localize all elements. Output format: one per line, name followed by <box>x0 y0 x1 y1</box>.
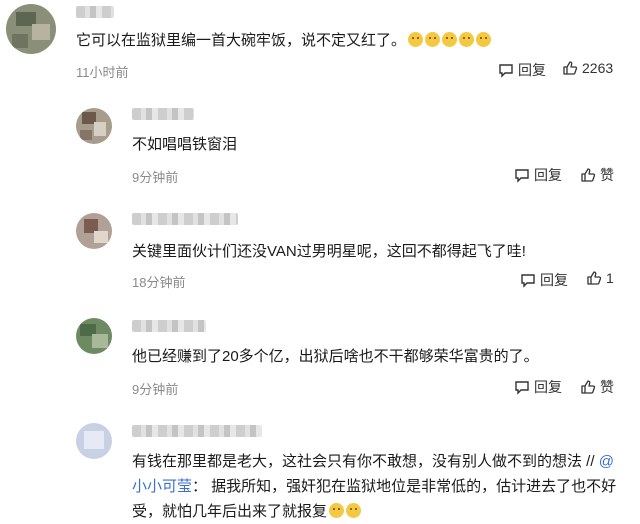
username-blurred[interactable] <box>132 425 262 437</box>
username-blurred[interactable] <box>76 6 114 18</box>
reply-button[interactable]: 回复 <box>514 165 562 185</box>
comment-text: 不如唱唱铁窗泪 <box>132 136 238 153</box>
username-blurred[interactable] <box>132 108 194 120</box>
laugh-emoji-icon <box>346 503 362 518</box>
comment-text: 有钱在那里都是老大，这社会只有你不敢想，没有别人做不到的想法 // @小小可莹：… <box>132 449 622 524</box>
reply-button[interactable]: 回复 <box>498 60 546 80</box>
thumbs-up-icon <box>581 380 596 394</box>
comment-icon <box>515 169 529 183</box>
avatar[interactable] <box>76 108 112 144</box>
like-count: 2263 <box>582 60 614 76</box>
like-button[interactable]: 赞 <box>580 165 614 185</box>
comment-text-content: 它可以在监狱里编一首大碗牢饭，说不定又红了。 <box>76 32 407 49</box>
laugh-emoji-icon <box>329 503 345 518</box>
username-blurred[interactable] <box>132 213 238 225</box>
reply-button[interactable]: 回复 <box>514 377 562 397</box>
like-label: 赞 <box>600 379 614 395</box>
laugh-emoji-icon <box>442 32 458 47</box>
comment-text: 它可以在监狱里编一首大碗牢饭，说不定又红了。 <box>76 28 492 53</box>
laugh-emoji-icon <box>459 32 475 47</box>
reply-label: 回复 <box>518 62 546 78</box>
avatar[interactable] <box>76 318 112 354</box>
timestamp: 11小时前 <box>76 65 129 80</box>
like-button[interactable]: 2263 <box>562 60 613 76</box>
comment-text-content: 有钱在那里都是老大，这社会只有你不敢想，没有别人做不到的想法 // <box>132 453 599 470</box>
comment-icon <box>521 274 535 288</box>
laugh-emoji-icon <box>425 32 441 47</box>
like-count: 1 <box>606 270 614 286</box>
username-blurred[interactable] <box>132 320 206 332</box>
avatar[interactable] <box>76 423 112 459</box>
timestamp: 18分钟前 <box>132 275 186 290</box>
reply-button[interactable]: 回复 <box>520 270 568 290</box>
comment-text: 他已经赚到了20多个亿，出狱后啥也不干都够荣华富贵的了。 <box>132 348 539 365</box>
laugh-emoji-icon <box>476 32 492 47</box>
comment-2: 不如唱唱铁窗泪 9分钟前 回复 赞 <box>0 100 640 205</box>
comment-icon <box>515 381 529 395</box>
thumbs-up-icon <box>587 271 602 285</box>
reply-label: 回复 <box>540 272 568 288</box>
reply-label: 回复 <box>534 167 562 183</box>
comment-text: 关键里面伙计们还没VAN过男明星呢，这回不都得起飞了哇! <box>132 243 526 260</box>
comment-5: 有钱在那里都是老大，这社会只有你不敢想，没有别人做不到的想法 // @小小可莹：… <box>0 415 640 520</box>
comment-1: 它可以在监狱里编一首大碗牢饭，说不定又红了。 11小时前 回复 2263 <box>0 0 640 100</box>
reply-label: 回复 <box>534 379 562 395</box>
like-button[interactable]: 1 <box>586 270 614 286</box>
like-label: 赞 <box>600 167 614 183</box>
thumbs-up-icon <box>563 61 578 75</box>
comment-icon <box>499 64 513 78</box>
comment-text-continuation: ： 据我所知，强奸犯在监狱地位是非常低的，估计进去了也不好受，就怕几年后出来了就… <box>132 478 617 520</box>
comment-3: 关键里面伙计们还没VAN过男明星呢，这回不都得起飞了哇! 18分钟前 回复 1 <box>0 205 640 310</box>
laugh-emoji-icon <box>408 32 424 47</box>
comment-4: 他已经赚到了20多个亿，出狱后啥也不干都够荣华富贵的了。 9分钟前 回复 赞 <box>0 310 640 415</box>
avatar[interactable] <box>76 213 112 249</box>
thumbs-up-icon <box>581 168 596 182</box>
timestamp: 9分钟前 <box>132 382 179 397</box>
like-button[interactable]: 赞 <box>580 377 614 397</box>
timestamp: 9分钟前 <box>132 170 179 185</box>
avatar[interactable] <box>6 4 56 54</box>
